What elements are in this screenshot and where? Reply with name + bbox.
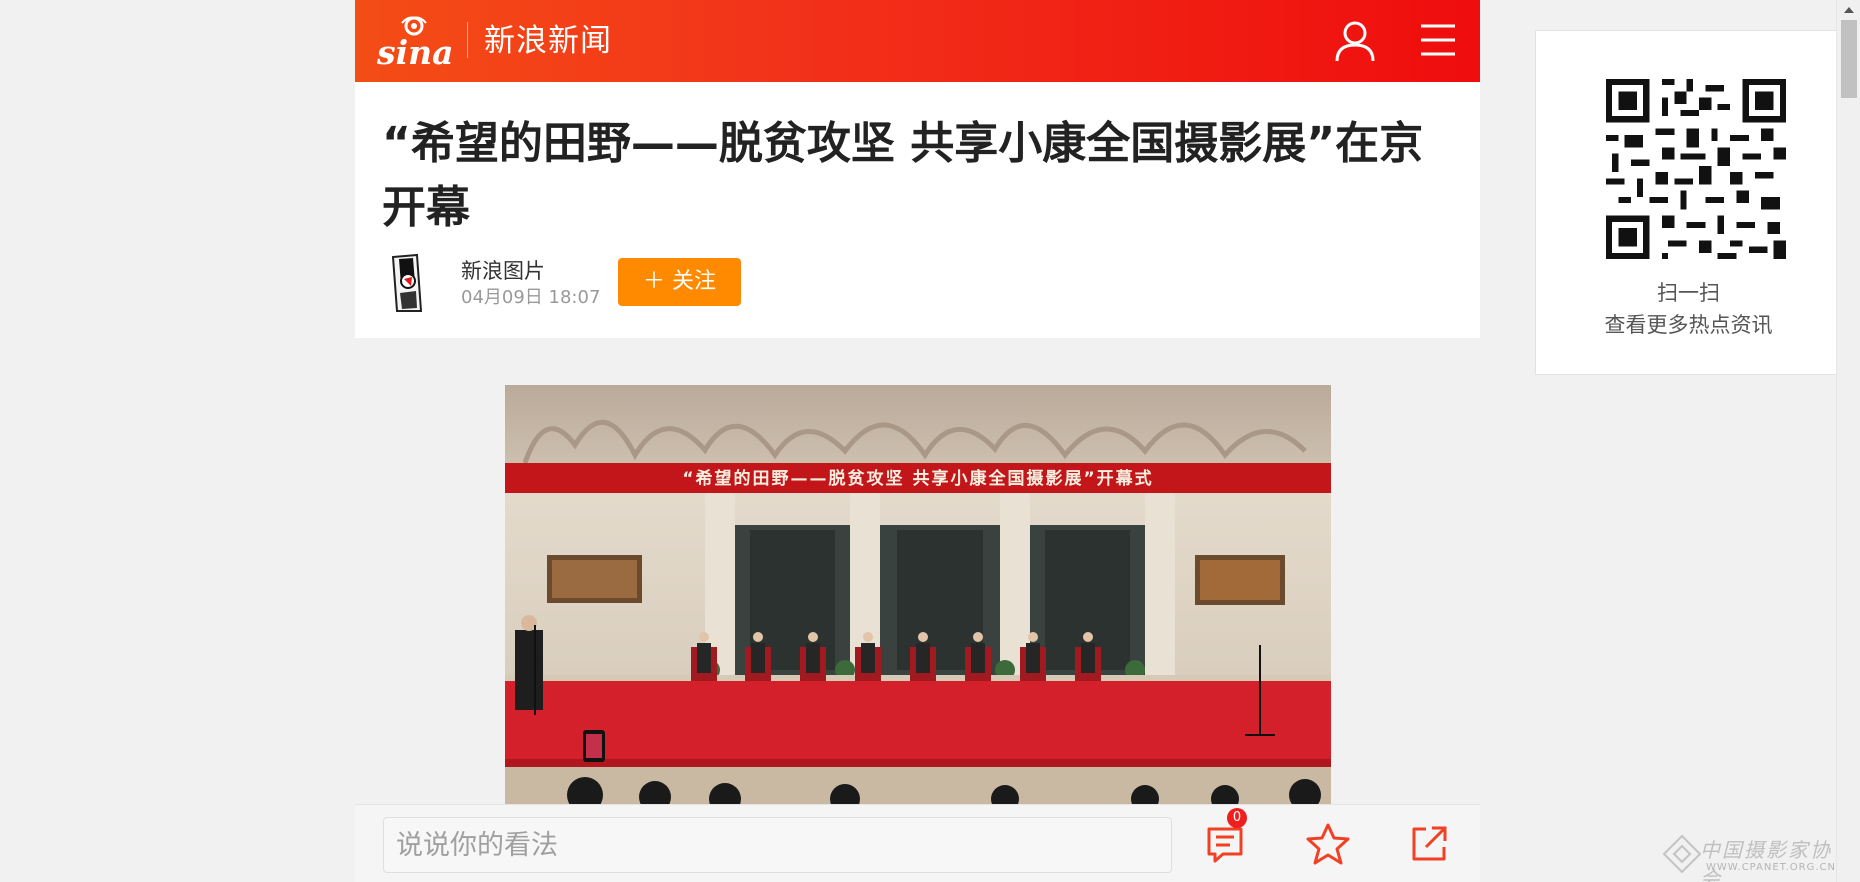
site-header: sina 新浪新闻 — [355, 0, 1480, 82]
logo-text: sina — [376, 33, 453, 70]
comment-count-badge: 0 — [1227, 808, 1247, 828]
comment-icon[interactable] — [1205, 824, 1245, 864]
scroll-thumb[interactable] — [1841, 20, 1857, 98]
author-name[interactable]: 新浪图片 — [461, 258, 545, 284]
exhibition-photo: “希望的田野——脱贫攻坚 共享小康全国摄影展”开幕式 — [505, 385, 1331, 805]
menu-icon[interactable] — [1419, 21, 1457, 59]
scroll-up-arrow-icon[interactable] — [1841, 4, 1857, 16]
qr-card: 扫一扫 查看更多热点资讯 — [1535, 30, 1840, 375]
comment-input[interactable] — [383, 817, 1172, 873]
header-divider — [467, 22, 468, 58]
share-icon[interactable] — [1408, 823, 1450, 865]
article-header: “希望的田野——脱贫攻坚 共享小康全国摄影展”在京开幕 新浪图片 04月09日 … — [355, 82, 1480, 338]
qr-caption-more-news: 查看更多热点资讯 — [1604, 313, 1773, 337]
photo-banner-text: “希望的田野——脱贫攻坚 共享小康全国摄影展”开幕式 — [682, 468, 1153, 489]
user-icon[interactable] — [1333, 19, 1377, 63]
channel-name[interactable]: 新浪新闻 — [484, 20, 612, 62]
qr-caption-scan: 扫一扫 — [1657, 281, 1720, 305]
star-icon[interactable] — [1305, 822, 1351, 866]
article-column: sina 新浪新闻 “希望的田野——脱贫攻坚 共享小康全国摄影展”在京开幕 新浪… — [355, 0, 1480, 882]
comment-bar: 0 — [355, 804, 1480, 882]
article-photo[interactable]: “希望的田野——脱贫攻坚 共享小康全国摄影展”开幕式 — [505, 385, 1331, 805]
follow-button[interactable]: ＋ 关注 — [618, 258, 741, 306]
qr-code[interactable] — [1606, 79, 1786, 259]
page: sina 新浪新闻 “希望的田野——脱贫攻坚 共享小康全国摄影展”在京开幕 新浪… — [0, 0, 1860, 882]
page-scrollbar[interactable] — [1836, 0, 1860, 882]
watermark-url: WWW.CPANET.ORG.CN — [1706, 862, 1837, 873]
article-title: “希望的田野——脱贫攻坚 共享小康全国摄影展”在京开幕 — [382, 118, 1424, 233]
watermark-text: 中国摄影家协会 — [1700, 838, 1832, 882]
publish-time: 04月09日 18:07 — [461, 287, 601, 308]
author-avatar[interactable] — [387, 253, 425, 313]
sina-logo[interactable]: sina — [375, 14, 453, 70]
